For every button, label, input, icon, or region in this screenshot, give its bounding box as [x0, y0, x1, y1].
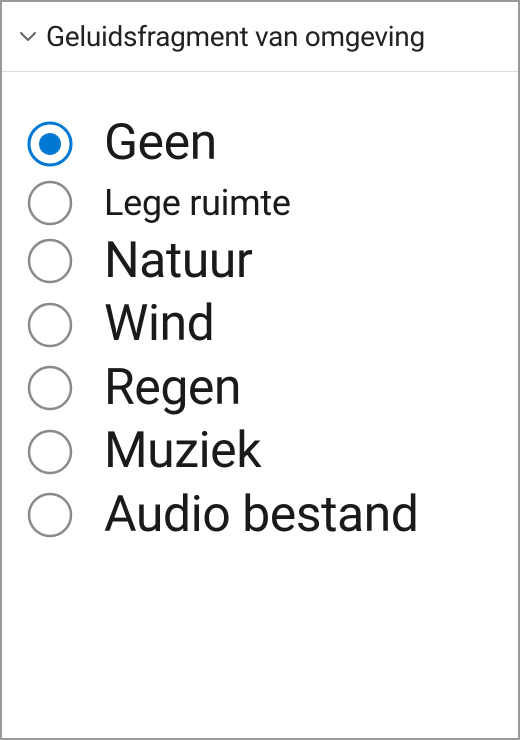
radio-unselected-icon	[26, 428, 74, 476]
option-muziek[interactable]: Muziek	[26, 420, 518, 484]
option-label: Audio bestand	[104, 487, 418, 545]
panel-header[interactable]: Geluidsfragment van omgeving	[2, 2, 518, 72]
option-audio-bestand[interactable]: Audio bestand	[26, 484, 518, 548]
option-natuur[interactable]: Natuur	[26, 230, 518, 294]
option-label: Lege ruimte	[104, 182, 291, 224]
radio-unselected-icon	[26, 301, 74, 349]
option-label: Natuur	[104, 233, 252, 291]
option-lege-ruimte[interactable]: Lege ruimte	[26, 176, 518, 230]
option-label: Regen	[104, 360, 241, 418]
radio-unselected-icon	[26, 237, 74, 285]
chevron-down-icon	[16, 25, 40, 49]
option-label: Muziek	[104, 423, 261, 481]
option-geen[interactable]: Geen	[26, 112, 518, 176]
radio-unselected-icon	[26, 364, 74, 412]
option-regen[interactable]: Regen	[26, 357, 518, 421]
radio-unselected-icon	[26, 179, 74, 227]
option-wind[interactable]: Wind	[26, 293, 518, 357]
ambient-sound-panel: Geluidsfragment van omgeving Geen Lege r…	[0, 0, 520, 740]
options-list: Geen Lege ruimte Natuur	[2, 72, 518, 547]
radio-selected-icon	[26, 120, 74, 168]
option-label: Wind	[104, 296, 214, 354]
panel-title: Geluidsfragment van omgeving	[46, 20, 425, 53]
radio-unselected-icon	[26, 491, 74, 539]
option-label: Geen	[104, 115, 217, 173]
